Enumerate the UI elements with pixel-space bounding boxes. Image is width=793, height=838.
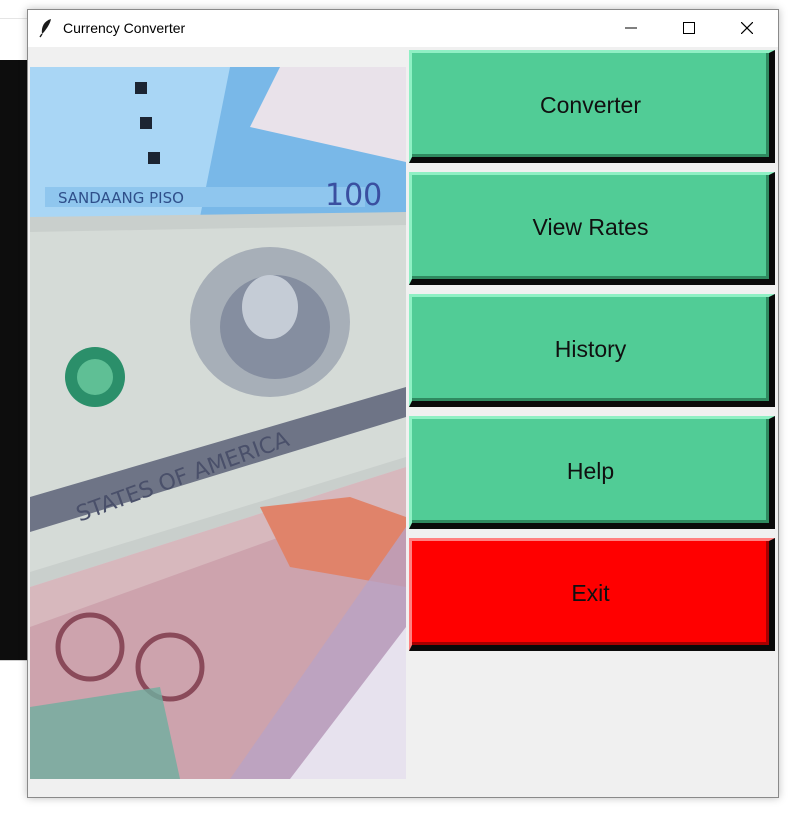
help-button[interactable]: Help	[409, 416, 775, 529]
svg-text:SANDAANG PISO: SANDAANG PISO	[58, 189, 184, 207]
maximize-button[interactable]	[660, 10, 718, 47]
background-window	[0, 60, 30, 660]
window-title: Currency Converter	[63, 20, 186, 36]
app-window: Currency Converter SANDAANG PISO 100 STA	[27, 9, 779, 798]
title-bar[interactable]: Currency Converter	[28, 10, 778, 47]
banknotes-photo: SANDAANG PISO 100 STATES OF AMERICA	[30, 67, 406, 779]
close-button[interactable]	[718, 10, 776, 47]
history-button[interactable]: History	[409, 294, 775, 407]
maximize-icon	[683, 22, 695, 34]
minimize-icon	[625, 27, 637, 29]
converter-button[interactable]: Converter	[409, 50, 775, 163]
feather-icon	[39, 19, 51, 38]
minimize-button[interactable]	[602, 10, 660, 47]
close-icon	[741, 22, 753, 34]
view-rates-button[interactable]: View Rates	[409, 172, 775, 285]
background-divider	[0, 660, 30, 661]
svg-text:100: 100	[325, 178, 382, 213]
exit-button[interactable]: Exit	[409, 538, 775, 651]
